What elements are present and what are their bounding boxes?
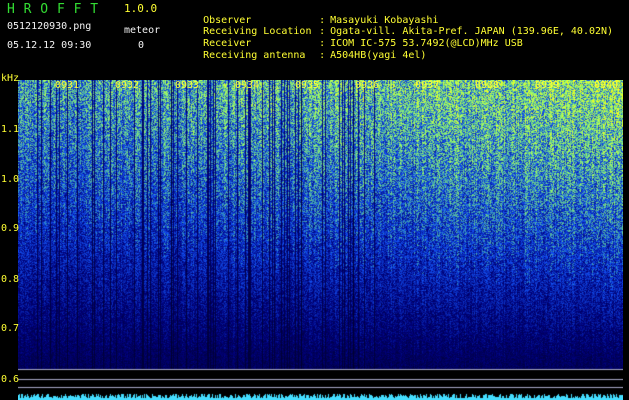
time-tick: 0932 <box>115 80 140 91</box>
freq-label: 1.1 <box>1 124 20 135</box>
time-tick: 0934 <box>235 80 260 91</box>
file-name: 0512120930.png <box>7 21 92 32</box>
info-value: A504HB(yagi 4el) <box>330 50 427 61</box>
time-tick: 0938 <box>475 80 500 91</box>
info-label: Receiving antenna <box>203 50 306 61</box>
axis-unit-label: kHz <box>1 73 20 84</box>
spectrogram-waterfall <box>18 80 623 400</box>
meteor-count: 0 <box>138 40 145 51</box>
freq-label: 0.7 <box>1 323 20 334</box>
observation-datetime: 05.12.12 09:30 <box>7 40 92 51</box>
time-tick: 0939 <box>535 80 560 91</box>
time-tick: 0937 <box>415 80 440 91</box>
time-tick: 0935 <box>295 80 320 91</box>
freq-label: 0.9 <box>1 223 20 234</box>
time-tick: 0940 <box>594 80 619 91</box>
freq-label: 1.0 <box>1 174 20 185</box>
hroft-window: H R O F F T 1.0.0 0512120930.png meteor … <box>0 0 629 400</box>
app-version: 1.0.0 <box>124 2 158 15</box>
freq-label: 0.6 <box>1 374 20 385</box>
app-title: H R O F F T <box>7 2 99 17</box>
info-colon: : <box>319 50 326 61</box>
freq-label: 0.8 <box>1 274 20 285</box>
meteor-label: meteor <box>124 25 161 36</box>
info-row-antenna: Receiving antenna: A504HB(yagi 4el) <box>179 41 426 71</box>
time-tick: 0936 <box>355 80 380 91</box>
time-tick: 0933 <box>175 80 200 91</box>
time-tick: 0931 <box>55 80 80 91</box>
